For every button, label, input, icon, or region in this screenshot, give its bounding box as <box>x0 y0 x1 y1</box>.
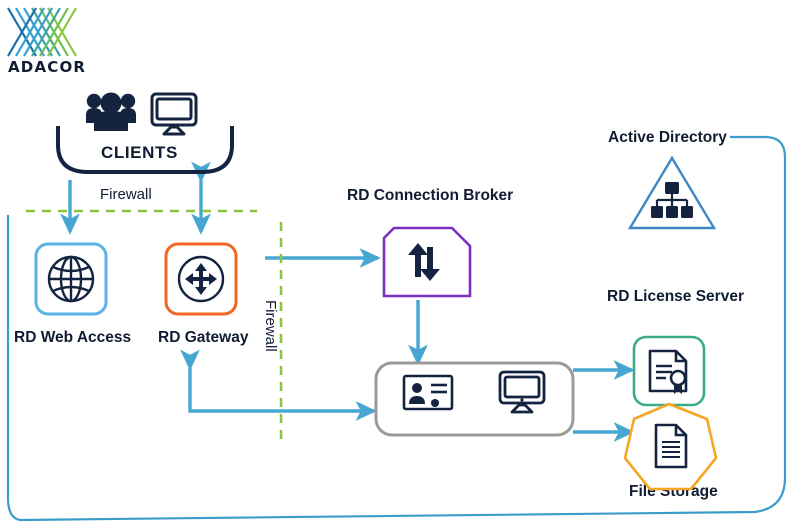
file-storage-node[interactable] <box>0 0 800 530</box>
diagram-canvas: ADACOR Firewall Firewall CLIENTS RD Web … <box>0 0 800 530</box>
document-file-icon <box>654 423 688 469</box>
